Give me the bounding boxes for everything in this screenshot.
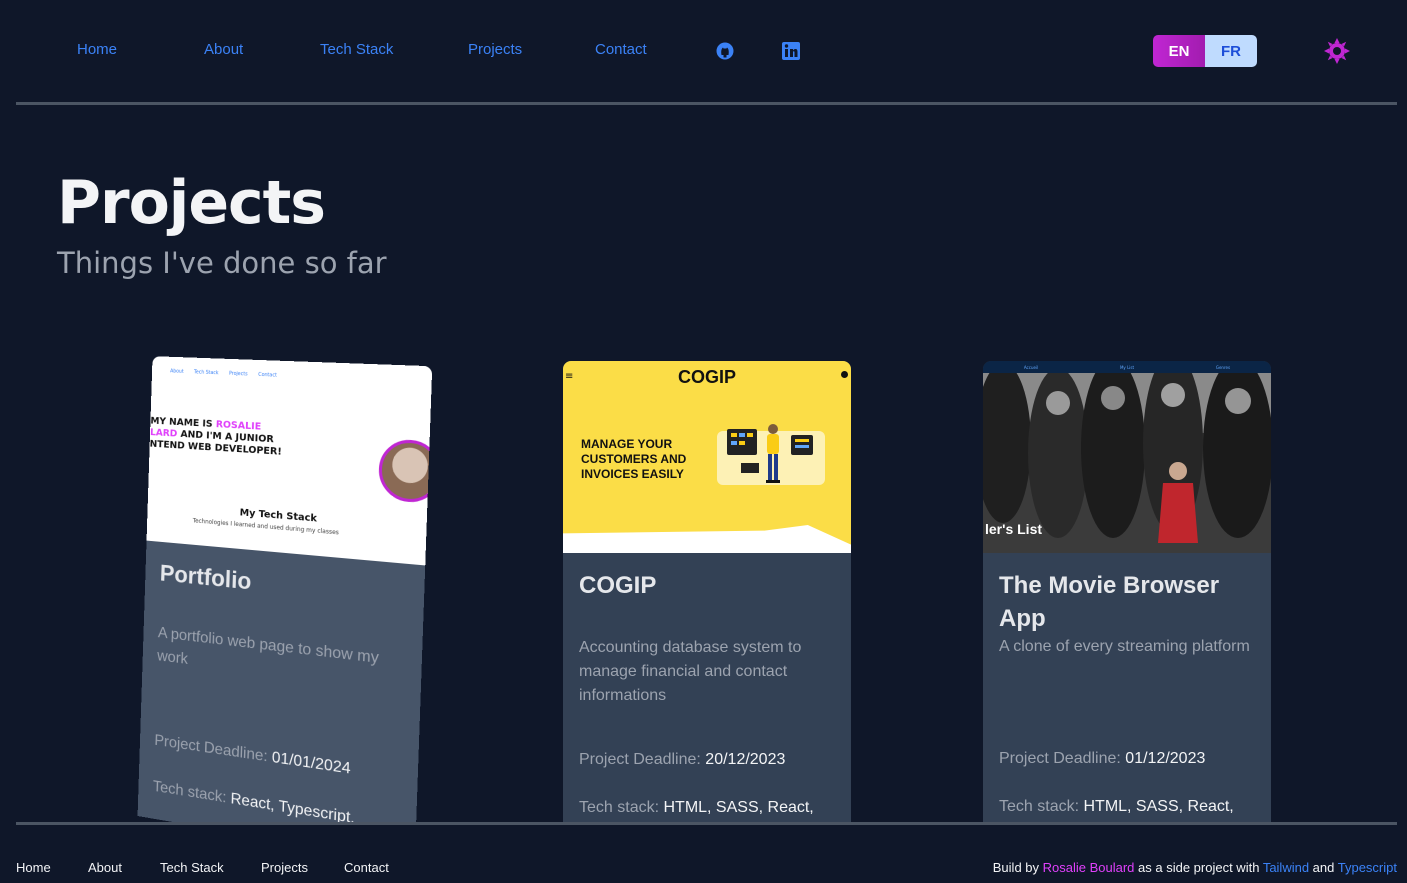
user-icon	[841, 371, 848, 378]
card-description: Accounting database system to manage fin…	[579, 639, 802, 704]
footer-link-projects[interactable]: Projects	[261, 860, 308, 875]
cogip-preview-image: ≡ COGIP MANAGE YOUR CUSTOMERS AND INVOIC…	[563, 361, 851, 553]
credit-author-link[interactable]: Rosalie Boulard	[1043, 860, 1135, 875]
credit-typescript-link[interactable]: Typescript	[1338, 860, 1397, 875]
preview-logo: COGIP	[677, 367, 736, 387]
credit-prefix: Build by	[992, 860, 1043, 875]
deadline-label: Project Deadline:	[154, 732, 268, 766]
project-card-movie-browser[interactable]: Accueil My List Genres ler's List The Mo…	[983, 361, 1271, 822]
card-title: The Movie Browser App	[999, 572, 1220, 632]
deadline-value: 01/12/2023	[1125, 750, 1206, 767]
card-stack: Tech stack: HTML, SASS, React,	[999, 795, 1255, 819]
deadline-label: Project Deadline:	[999, 750, 1121, 767]
deadline-value: 20/12/2023	[705, 751, 786, 768]
preview-headline: MY NAME IS ROSALIE LARD AND I'M A JUNIOR…	[149, 416, 282, 459]
illustration-icon	[717, 424, 825, 485]
preview-nav-item: My List	[1119, 364, 1135, 370]
deadline-value: 01/01/2024	[271, 749, 351, 778]
card-description: A portfolio web page to show my work	[156, 624, 380, 668]
preview-nav-item: Accueil	[1023, 364, 1039, 370]
stack-label: Tech stack:	[152, 778, 227, 807]
footer-credit: Build by Rosalie Boulard as a side proje…	[993, 860, 1397, 875]
preview-avatar	[377, 438, 433, 505]
preview-headline-name: LARD	[149, 427, 178, 440]
credit-tailwind-link[interactable]: Tailwind	[1263, 860, 1309, 875]
project-cards: About Tech Stack Projects Contact MY NAM…	[0, 0, 1407, 822]
stack-value: HTML, SASS, React,	[663, 799, 814, 816]
credit-mid: as a side project with	[1134, 860, 1263, 875]
project-card-portfolio[interactable]: About Tech Stack Projects Contact MY NAM…	[137, 356, 433, 822]
deadline-label: Project Deadline:	[579, 751, 701, 768]
preview-nav-item: About	[170, 368, 184, 375]
preview-nav-item: Tech Stack	[193, 369, 219, 377]
card-deadline: Project Deadline: 01/12/2023	[999, 747, 1255, 771]
preview-nav-item: Contact	[258, 371, 277, 379]
footer-link-about[interactable]: About	[88, 860, 122, 875]
credit-and: and	[1309, 860, 1338, 875]
preview-tagline: MANAGE YOUR CUSTOMERS AND INVOICES EASIL…	[581, 437, 687, 481]
card-title: COGIP	[579, 572, 657, 599]
footer-link-home[interactable]: Home	[16, 860, 51, 875]
stack-value: React, Typescript,	[230, 790, 356, 822]
card-title: Portfolio	[159, 560, 252, 596]
preview-wave	[563, 525, 851, 553]
card-description: A clone of every streaming platform	[999, 638, 1250, 655]
footer-link-tech-stack[interactable]: Tech Stack	[160, 860, 224, 875]
project-card-cogip[interactable]: ≡ COGIP MANAGE YOUR CUSTOMERS AND INVOIC…	[563, 361, 851, 822]
card-stack: Tech stack: HTML, SASS, React,	[579, 796, 835, 820]
footer-link-contact[interactable]: Contact	[344, 860, 389, 875]
preview-caption: ler's List	[985, 521, 1043, 537]
stack-value: HTML, SASS, React,	[1083, 798, 1234, 815]
card-deadline: Project Deadline: 20/12/2023	[579, 748, 835, 772]
preview-nav-item: Genres	[1215, 364, 1231, 370]
preview-nav-item: Projects	[228, 370, 248, 378]
portfolio-preview-image: About Tech Stack Projects Contact MY NAM…	[146, 356, 433, 566]
preview-mini-nav: About Tech Stack Projects Contact	[170, 368, 277, 378]
preview-mini-nav: Accueil My List Genres	[983, 361, 1271, 373]
stack-label: Tech stack:	[579, 799, 660, 816]
stack-label: Tech stack:	[999, 798, 1080, 815]
movie-preview-image: Accueil My List Genres ler's List	[983, 361, 1271, 553]
